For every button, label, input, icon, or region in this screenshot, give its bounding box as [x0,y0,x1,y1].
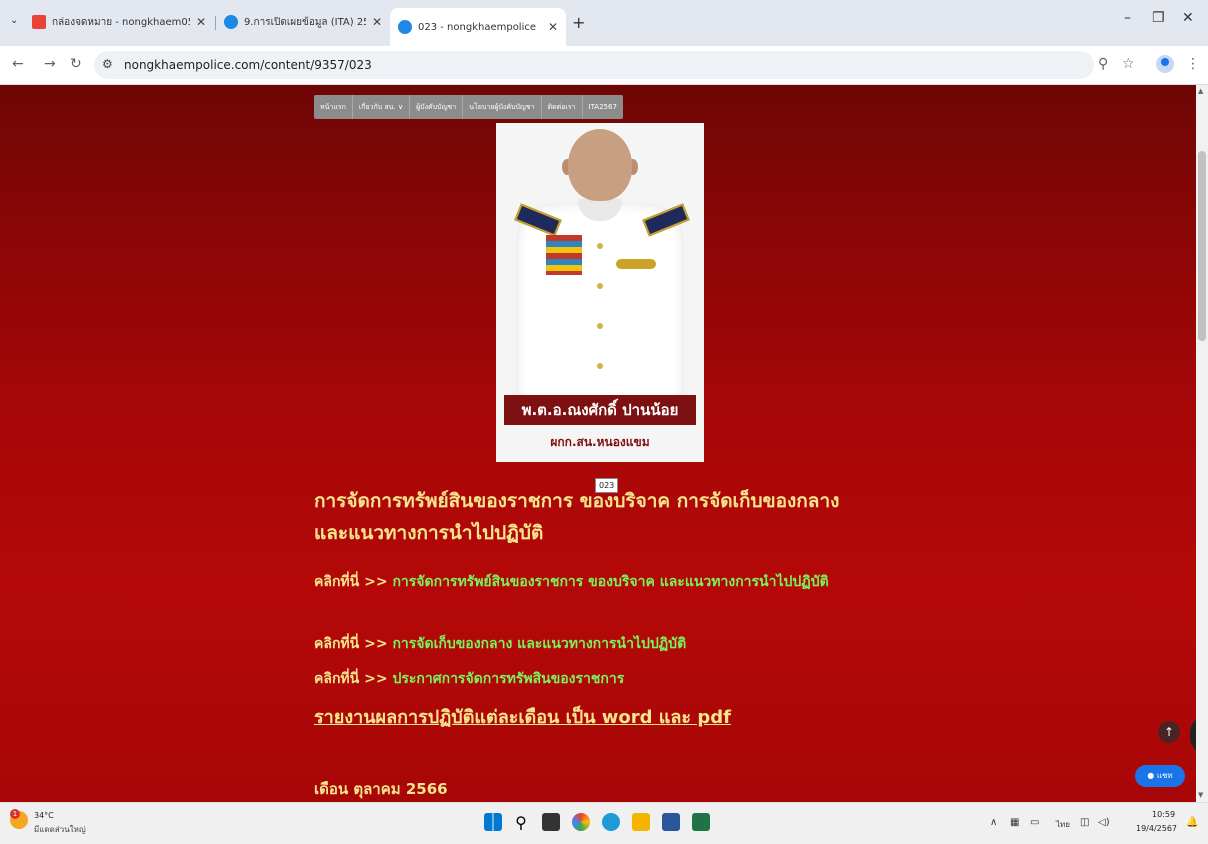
excel-icon[interactable] [692,813,710,831]
tab-title: 023 - nongkhaempolice [418,21,537,33]
click-prefix: คลิกที่นี่ >> [314,671,388,687]
uniform [516,203,684,403]
close-tab-icon[interactable]: ✕ [196,15,206,29]
start-windows-icon[interactable] [484,813,502,831]
click-link-2[interactable]: คลิกที่นี่ >> การจัดเก็บของกลาง และแนวทา… [314,631,914,657]
tab-active-023[interactable]: 023 - nongkhaempolice ✕ [390,8,566,46]
browser-tab-strip: ⌄ กล่องจดหมาย - nongkhaem05.d ✕ 9.การเปิ… [0,0,1208,46]
messenger-chat-button[interactable]: ● แชท [1135,765,1185,787]
chrome-icon[interactable] [572,813,590,831]
restore-icon[interactable]: ❐ [1152,10,1165,26]
gmail-icon [32,15,46,29]
close-tab-icon[interactable]: ✕ [548,20,558,34]
task-view-icon[interactable] [542,813,560,831]
site-settings-icon[interactable]: ⚙ [102,57,113,71]
scroll-down-arrow-icon[interactable]: ▼ [1198,791,1203,799]
volume-icon[interactable]: ◁) [1098,817,1110,828]
link-announcement[interactable]: ประกาศการจัดการทรัพสินของราชการ [392,671,624,687]
tab-title: 9.การเปิดเผยข้อมูล (ITA) 2567 - n [244,16,366,28]
edge-icon[interactable] [602,813,620,831]
nav-contact[interactable]: ติดต่อเรา [542,95,583,119]
minimize-icon[interactable]: – [1124,10,1131,26]
link-asset-management[interactable]: การจัดการทรัพย์สินของราชการ ของบริจาค แล… [392,574,828,590]
tab-ita[interactable]: 9.การเปิดเผยข้อมูล (ITA) 2567 - n ✕ [216,6,390,38]
bookmark-star-icon[interactable]: ☆ [1122,56,1135,72]
site-icon [224,15,238,29]
keyboard-icon[interactable]: ▦ [1010,817,1019,828]
show-hidden-icons-chevron-icon[interactable]: ∧ [990,817,997,828]
click-prefix: คลิกที่นี่ >> [314,636,388,652]
month-label: เดือน ตุลาคม 2566 [314,780,448,798]
nav-commanders[interactable]: ผู้บังคับบัญชา [410,95,464,119]
uniform-button [597,363,603,369]
back-icon[interactable]: ← [12,56,24,72]
weather-temperature[interactable]: 34°C [34,811,54,820]
close-tab-icon[interactable]: ✕ [372,15,382,29]
nav-home[interactable]: หน้าแรก [314,95,353,119]
weather-badge: 1 [10,809,20,819]
click-prefix: คลิกที่นี่ >> [314,574,388,590]
url-bar[interactable]: ⚙ nongkhaempolice.com/content/9357/023 [94,51,1094,79]
notification-bell-icon[interactable]: 🔔 [1186,817,1198,828]
click-link-3[interactable]: คลิกที่นี่ >> ประกาศการจัดการทรัพสินของร… [314,666,914,692]
page-heading: การจัดการทรัพย์สินของราชการ ของบริจาค กา… [314,490,840,544]
nav-about[interactable]: เกี่ยวกับ สน. ∨ [353,95,411,119]
tab-search-chevron-icon[interactable]: ⌄ [10,15,18,26]
uniform-button [597,243,603,249]
tab-gmail[interactable]: กล่องจดหมาย - nongkhaem05.d ✕ [24,6,214,38]
touch-keyboard-icon[interactable]: ▭ [1030,817,1039,828]
scroll-thumb[interactable] [1198,151,1206,341]
reload-icon[interactable]: ↻ [70,56,82,72]
new-tab-button[interactable]: + [572,13,585,32]
weather-description[interactable]: มีแดดส่วนใหญ่ [34,823,86,836]
monthly-report-link[interactable]: รายงานผลการปฏิบัติแต่ละเดือน เป็น word แ… [314,702,731,731]
nav-policy[interactable]: นโยบายผู้บังคับบัญชา [463,95,542,119]
page-scrollbar[interactable]: ▲ ▼ [1196,85,1208,802]
search-icon[interactable]: ⚲ [512,813,530,832]
url-text[interactable]: nongkhaempolice.com/content/9357/023 [124,58,372,72]
head [568,129,632,201]
nav-about-label: เกี่ยวกับ สน. [358,103,396,111]
network-icon[interactable]: ◫ [1080,817,1089,828]
chat-label: แชท [1156,771,1173,780]
scroll-to-top-button[interactable]: ↑ [1158,721,1180,743]
zoom-icon[interactable]: ⚲ [1098,56,1108,72]
scroll-up-arrow-icon[interactable]: ▲ [1198,87,1203,95]
wings-badge [616,259,656,269]
site-icon [398,20,412,34]
link-evidence-storage[interactable]: การจัดเก็บของกลาง และแนวทางการนำไปปฏิบัต… [392,636,686,652]
language-indicator[interactable]: ไทย [1056,818,1070,831]
forward-icon[interactable]: → [44,56,56,72]
chevron-down-icon: ∨ [397,103,404,111]
nav-ita2567[interactable]: ITA2567 [583,95,623,119]
uniform-button [597,283,603,289]
file-explorer-icon[interactable] [632,813,650,831]
messenger-icon: ● [1147,771,1155,780]
portrait-name: พ.ต.อ.ณงศักดิ์ ปานน้อย [504,395,696,425]
word-icon[interactable] [662,813,680,831]
menu-kebab-icon[interactable]: ⋮ [1186,56,1200,72]
commander-portrait: พ.ต.อ.ณงศักดิ์ ปานน้อย ผกก.สน.หนองแขม [496,123,704,462]
profile-avatar-icon[interactable] [1156,55,1174,73]
site-navigation: หน้าแรก เกี่ยวกับ สน. ∨ ผู้บังคับบัญชา น… [314,95,623,119]
medal-ribbons [546,235,582,275]
image-tooltip: 023 [595,478,619,493]
address-toolbar: ← → ↻ ⚙ nongkhaempolice.com/content/9357… [0,46,1208,85]
taskbar: 1 34°C มีแดดส่วนใหญ่ ⚲ ∧ ▦ ▭ ไทย ◫ ◁) 10… [0,802,1208,844]
clock-date[interactable]: 19/4/2567 [1136,824,1177,833]
clock-time[interactable]: 10:59 [1152,810,1175,819]
portrait-position: ผกก.สน.หนองแขม [550,435,650,449]
tab-title: กล่องจดหมาย - nongkhaem05.d [52,16,190,28]
web-page: หน้าแรก เกี่ยวกับ สน. ∨ ผู้บังคับบัญชา น… [0,85,1196,802]
uniform-button [597,323,603,329]
close-window-icon[interactable]: ✕ [1182,10,1194,26]
click-link-1[interactable]: คลิกที่นี่ >> การจัดการทรัพย์สินของราชกา… [314,569,914,595]
